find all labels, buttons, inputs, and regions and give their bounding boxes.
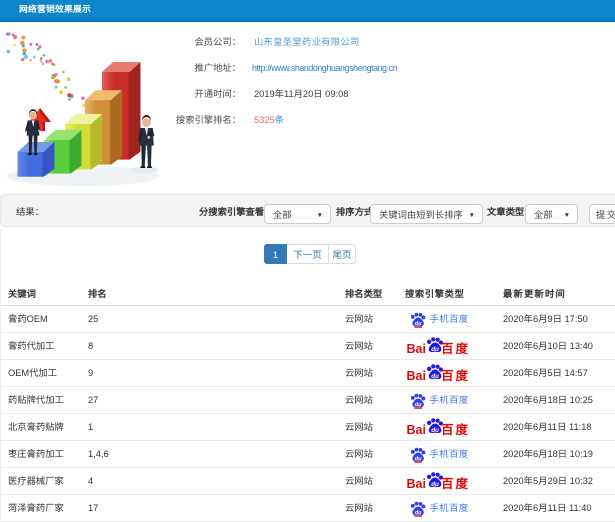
svg-text:百度: 百度 (441, 473, 470, 492)
svg-text:du: du (431, 373, 439, 380)
svg-text:百度: 百度 (441, 419, 470, 438)
svg-text:百度: 百度 (441, 338, 470, 357)
svg-text:du: du (431, 346, 439, 353)
svg-text:du: du (415, 455, 422, 461)
svg-text:du: du (415, 509, 422, 515)
svg-text:百度: 百度 (441, 365, 470, 384)
svg-text:du: du (415, 401, 422, 407)
svg-text:Bai: Bai (407, 342, 426, 356)
svg-text:Bai: Bai (407, 423, 426, 437)
svg-text:du: du (415, 320, 422, 326)
svg-text:du: du (431, 427, 439, 434)
svg-text:Bai: Bai (407, 477, 426, 491)
svg-text:du: du (431, 481, 439, 488)
svg-text:Bai: Bai (407, 369, 426, 383)
